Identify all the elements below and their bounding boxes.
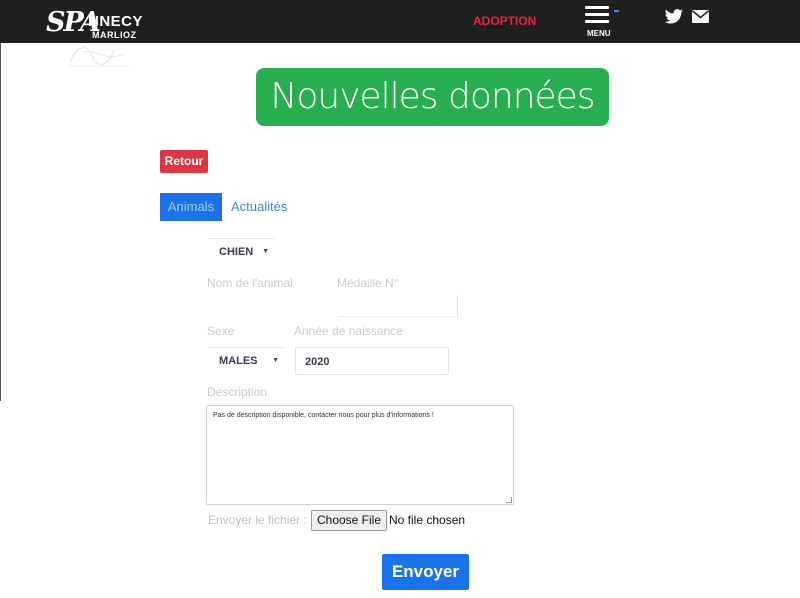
sex-select[interactable]: MALES ▼ (209, 347, 285, 373)
page-title: Nouvelles données (256, 68, 609, 126)
nav-adoption-link[interactable]: ADOPTION (473, 14, 536, 28)
sex-select-value: MALES (219, 355, 258, 367)
tab-animals[interactable]: Animals (160, 193, 222, 221)
file-upload-label: Envoyer le fichier : (208, 513, 307, 527)
description-textarea[interactable]: Pas de description disponible, contacter… (206, 405, 514, 505)
left-border (0, 43, 1, 401)
back-button[interactable]: Retour (160, 150, 208, 173)
mail-icon[interactable] (692, 10, 709, 23)
medal-number-input[interactable] (338, 295, 458, 317)
species-select-value: CHIEN (219, 246, 254, 258)
resize-handle-icon[interactable] (506, 497, 512, 503)
species-select[interactable]: CHIEN ▼ (209, 238, 275, 264)
site-logo[interactable]: SPA NNECY MARLIOZ (46, 8, 146, 70)
birth-year-label: Année de naissance (294, 324, 403, 338)
tab-news[interactable]: Actualités (231, 193, 287, 221)
chevron-down-icon: ▼ (272, 357, 279, 364)
menu-indicator (614, 10, 619, 12)
twitter-icon[interactable] (665, 9, 683, 24)
submit-button[interactable]: Envoyer (382, 554, 469, 590)
logo-signature-icon (68, 47, 130, 67)
description-label: Description (207, 385, 268, 399)
birth-year-input[interactable]: 2020 (295, 347, 449, 375)
sex-label: Sexe (207, 324, 235, 338)
logo-text-annecy: NNECY (88, 13, 144, 30)
animal-name-label: Nom de l'animal (207, 276, 293, 290)
hamburger-icon-bar (585, 13, 609, 16)
choose-file-button[interactable]: Choose File (311, 510, 387, 531)
menu-label: MENU (587, 29, 611, 38)
hamburger-icon-bar (585, 20, 609, 23)
file-status-text: No file chosen (389, 513, 466, 527)
medal-number-label: Médaille N° (337, 276, 399, 290)
menu-button[interactable]: MENU (584, 2, 624, 40)
hamburger-icon (585, 6, 609, 9)
description-text: Pas de description disponible, contacter… (213, 412, 434, 419)
chevron-down-icon: ▼ (262, 248, 269, 255)
